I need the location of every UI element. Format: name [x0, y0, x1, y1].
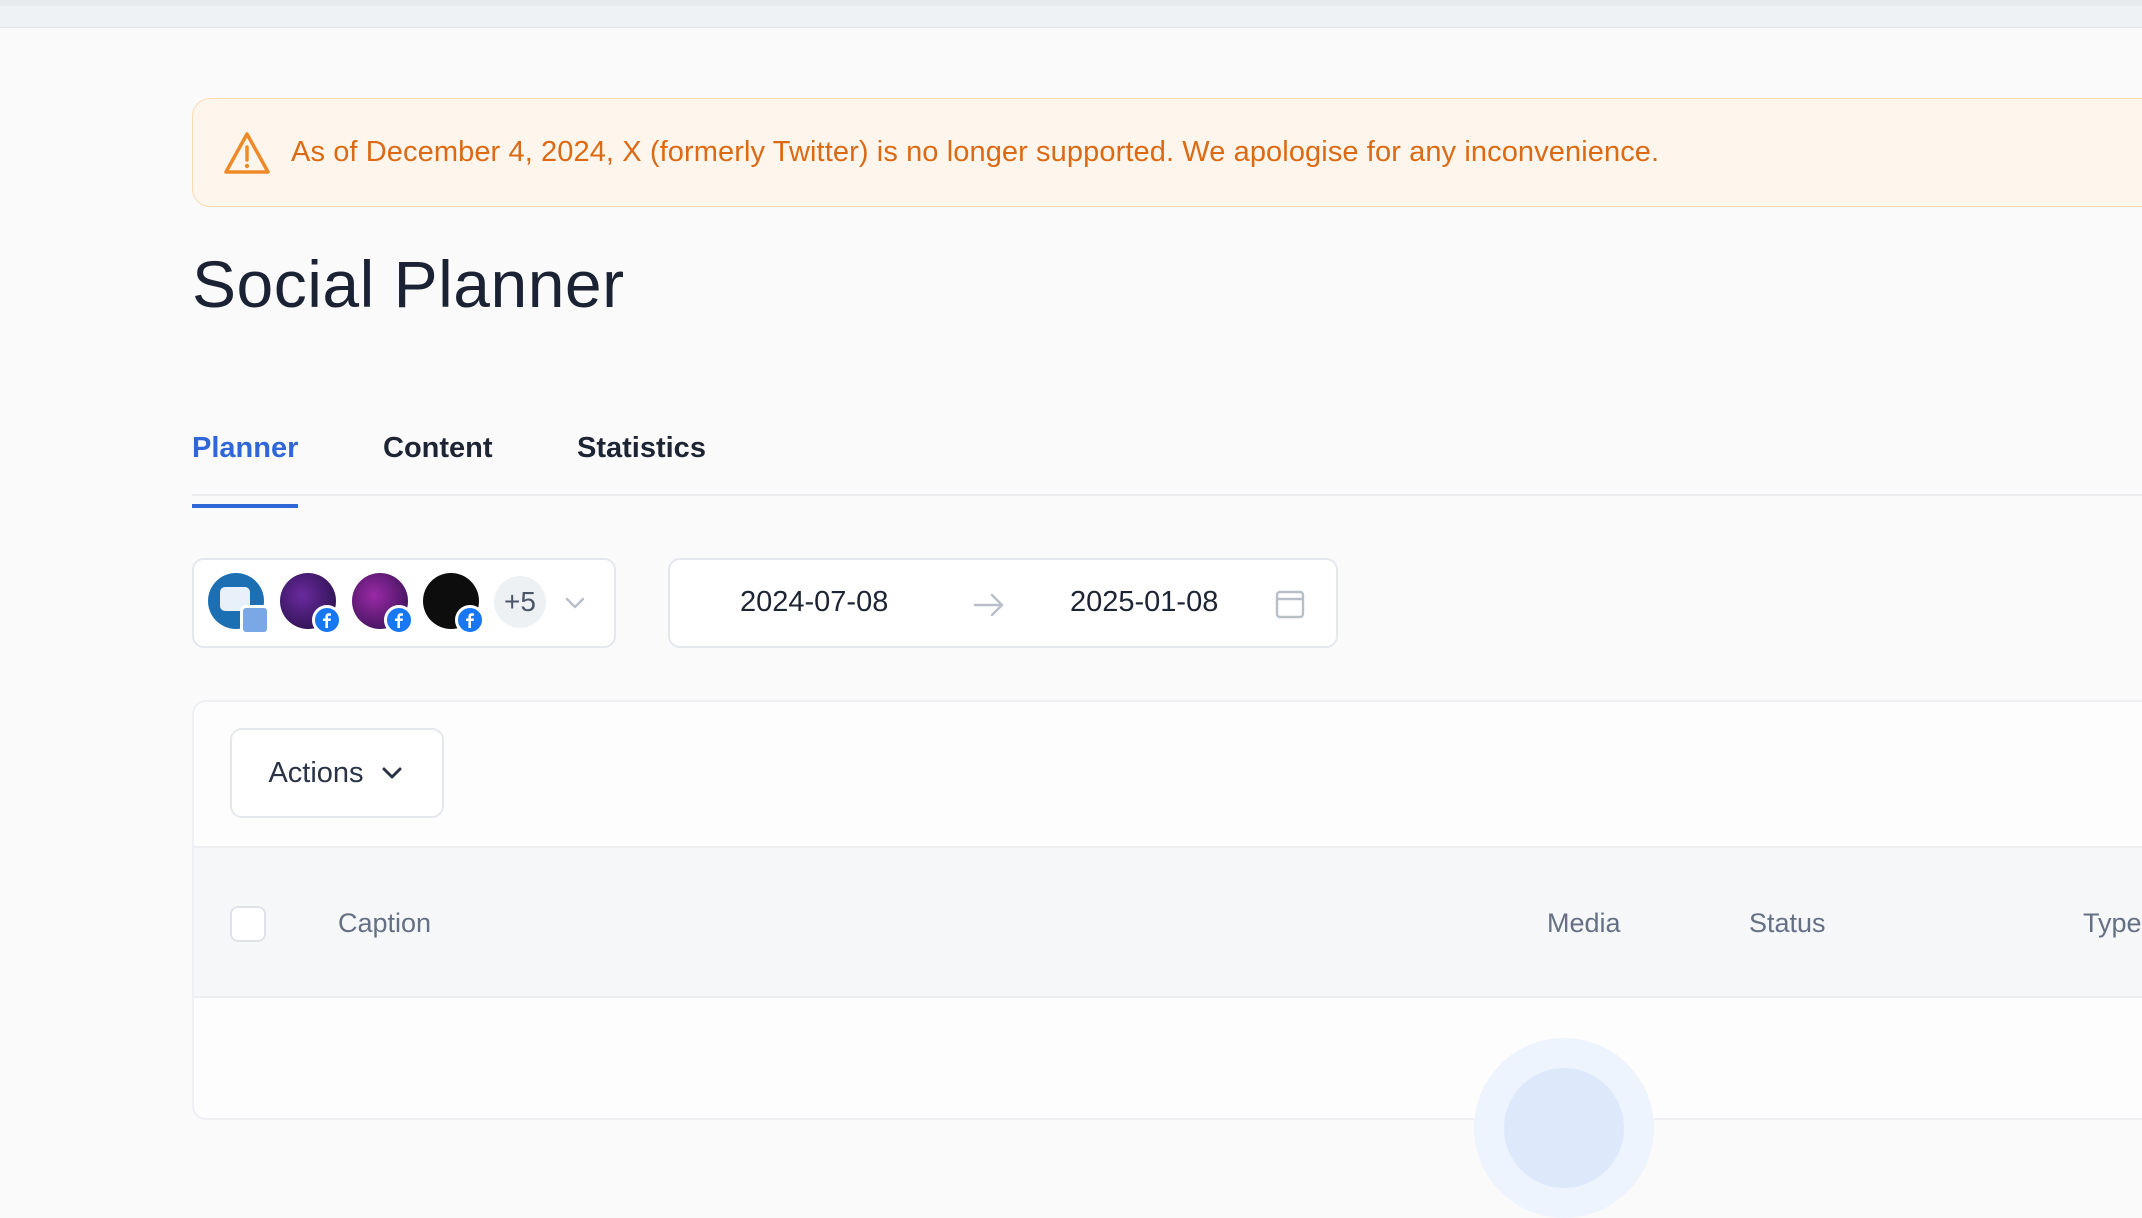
actions-label: Actions — [268, 756, 364, 789]
tab-planner[interactable]: Planner — [192, 432, 299, 508]
column-header-caption[interactable]: Caption — [338, 908, 431, 939]
start-date-input[interactable]: 2024-07-08 — [740, 586, 888, 619]
chevron-down-icon[interactable] — [562, 590, 588, 616]
facebook-account-avatar[interactable] — [352, 573, 414, 635]
column-header-type[interactable]: Type — [2083, 908, 2142, 939]
facebook-icon — [455, 605, 485, 635]
end-date-input[interactable]: 2025-01-08 — [1070, 586, 1218, 619]
google-business-icon — [240, 605, 270, 635]
alert-message: As of December 4, 2024, X (formerly Twit… — [291, 136, 1660, 168]
browser-top-bar — [0, 0, 2142, 28]
table-header: Caption Media Status Type — [194, 846, 2142, 998]
tab-content[interactable]: Content — [383, 432, 493, 496]
tab-bar: Planner Content Statistics — [192, 420, 2142, 508]
loading-spinner — [1474, 1038, 1654, 1218]
facebook-account-avatar[interactable] — [280, 573, 342, 635]
posts-panel: Actions Caption Media Status Type — [192, 700, 2142, 1218]
facebook-icon — [384, 605, 414, 635]
account-selector[interactable]: +5 — [192, 558, 616, 648]
more-accounts-count[interactable]: +5 — [494, 576, 546, 628]
column-header-media[interactable]: Media — [1547, 908, 1621, 939]
tab-statistics[interactable]: Statistics — [577, 432, 706, 496]
facebook-icon — [312, 605, 342, 635]
arrow-right-icon — [973, 593, 1004, 617]
calendar-icon[interactable] — [1274, 588, 1306, 620]
select-all-checkbox[interactable] — [230, 906, 266, 942]
page-title: Social Planner — [192, 247, 625, 321]
column-header-status[interactable]: Status — [1749, 908, 1826, 939]
warning-triangle-icon — [224, 131, 270, 174]
facebook-account-avatar[interactable] — [423, 573, 485, 635]
google-business-account-avatar[interactable] — [208, 573, 270, 635]
chevron-down-icon — [382, 767, 402, 779]
date-range-picker[interactable]: 2024-07-08 2025-01-08 — [668, 558, 1338, 648]
actions-dropdown-button[interactable]: Actions — [230, 728, 444, 818]
deprecation-alert: As of December 4, 2024, X (formerly Twit… — [192, 98, 2142, 207]
